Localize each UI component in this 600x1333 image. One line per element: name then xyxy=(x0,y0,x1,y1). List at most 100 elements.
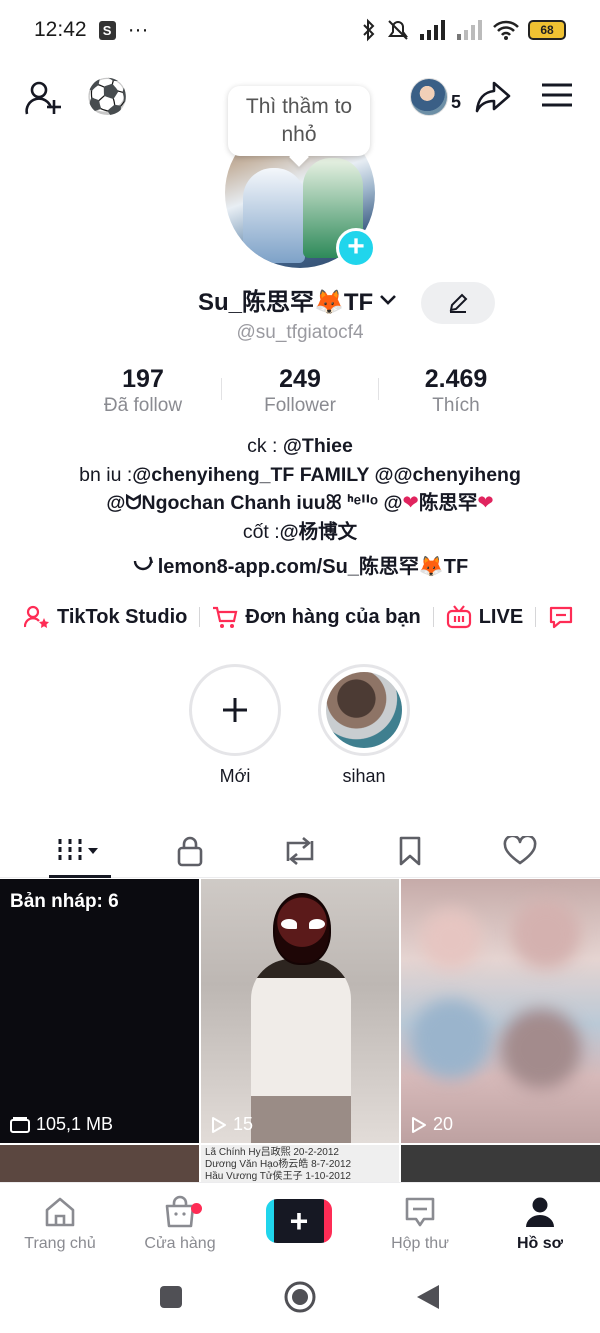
profile-handle: @su_tfgiatocf4 xyxy=(236,322,364,343)
battery-icon: 68 xyxy=(528,20,566,40)
home-button-icon[interactable] xyxy=(283,1280,317,1314)
heart-outline-icon xyxy=(503,836,537,865)
nav-shop[interactable]: Cửa hàng xyxy=(125,1195,235,1253)
status-time: 12:42 xyxy=(34,18,87,41)
tab-videos[interactable] xyxy=(50,830,110,872)
likes-label: Thích xyxy=(432,395,480,416)
shortcut-label: Đơn hàng của bạn xyxy=(245,605,421,628)
profile-stats: 197 Đã follow 249 Follower 2.469 Thích xyxy=(0,364,600,420)
folder-icon xyxy=(10,1116,30,1133)
followers-label: Follower xyxy=(264,395,336,416)
view-count: 15 xyxy=(233,1114,254,1134)
bio-link-text: lemon8-app.com/Su_陈思罕🦊TF xyxy=(157,556,469,578)
tab-favorites[interactable] xyxy=(380,830,440,872)
bio-text: cốt : xyxy=(242,520,280,543)
tab-liked[interactable] xyxy=(490,830,550,872)
cell-text-line: Dương Văn Hạo杨云皓 8-7-2012 xyxy=(205,1159,352,1170)
nav-label: Hồ sơ xyxy=(516,1235,564,1252)
bio-line-3: @ᗢNgochan Chanh iuuꕤ ᑋᵉᑊᑊᵒ @❤陈思罕❤ xyxy=(0,489,600,518)
followers-stat[interactable]: 249 Follower xyxy=(222,364,378,418)
bio-mention[interactable]: @Thiee xyxy=(283,435,353,457)
cart-icon xyxy=(213,606,238,628)
tab-indicator xyxy=(49,875,111,878)
drafts-cell[interactable]: Bản nháp: 6 105,1 MB xyxy=(0,879,199,1143)
avatar-add-button[interactable]: + xyxy=(336,228,376,268)
video-cell[interactable]: 20 xyxy=(401,879,600,1143)
bio-line-2: bn iu :@chenyiheng_TF FAMILY @@chenyihen… xyxy=(0,461,600,490)
drafts-label: Bản nháp: 6 xyxy=(10,891,119,912)
repost-icon xyxy=(286,837,314,865)
menu-icon[interactable] xyxy=(540,78,574,112)
shortcut-more[interactable] xyxy=(536,605,586,629)
highlight-sihan[interactable]: sihan xyxy=(318,664,410,787)
bio-text: bn iu : xyxy=(79,463,133,486)
highlight-new[interactable]: Mới xyxy=(189,664,281,787)
tab-reposts[interactable] xyxy=(270,830,330,872)
viewer-avatar xyxy=(410,78,448,116)
bio-text: ck : xyxy=(247,435,283,457)
mute-icon xyxy=(388,20,408,40)
system-nav xyxy=(0,1262,600,1333)
nav-profile[interactable]: Hồ sơ xyxy=(485,1195,595,1253)
plus-icon xyxy=(189,664,281,756)
nav-inbox[interactable]: Hộp thư xyxy=(365,1195,475,1253)
tab-private[interactable] xyxy=(160,830,220,872)
nav-label: Hộp thư xyxy=(391,1235,449,1252)
shortcut-live[interactable]: LIVE xyxy=(434,605,535,629)
inbox-icon xyxy=(405,1197,435,1227)
status-more: ··· xyxy=(127,18,149,41)
note-bubble[interactable]: Thì thầm to nhỏ xyxy=(228,86,370,156)
following-stat[interactable]: 197 Đã follow xyxy=(65,364,221,418)
account-switcher[interactable]: Su_陈思罕🦊TF xyxy=(198,282,399,317)
add-friend-icon[interactable] xyxy=(24,78,64,118)
create-button[interactable]: + xyxy=(266,1199,332,1243)
video-cell[interactable]: Lã Chính Hy吕政熙 20-2-2012 Dương Văn Hạo杨云… xyxy=(201,1145,399,1185)
bio-mention[interactable]: @chenyiheng_TF FAMILY @@chenyiheng xyxy=(132,464,521,486)
nav-home[interactable]: Trang chủ xyxy=(5,1195,115,1253)
edit-profile-button[interactable] xyxy=(421,282,495,324)
video-cell[interactable] xyxy=(0,1145,199,1185)
bio-line-4: cốt :@杨博文 xyxy=(0,518,600,547)
followers-count: 249 xyxy=(279,365,321,393)
highlight-label: sihan xyxy=(342,766,386,786)
drafts-size-row: 105,1 MB xyxy=(10,1114,113,1135)
video-cell[interactable]: 15 xyxy=(201,879,399,1143)
following-label: Đã follow xyxy=(103,395,183,416)
viewer-count: 5 xyxy=(451,91,462,112)
play-icon xyxy=(212,1116,226,1133)
bottom-nav: Trang chủ Cửa hàng + Hộp thư Hồ sơ xyxy=(0,1182,600,1262)
view-count-row: 15 xyxy=(211,1114,253,1135)
wifi-icon xyxy=(493,20,519,40)
highlight-label: Mới xyxy=(219,766,251,786)
grid-icon xyxy=(58,839,98,863)
shortcut-orders[interactable]: Đơn hàng của bạn xyxy=(200,605,432,629)
bio-mention[interactable]: 陈思罕 xyxy=(419,492,478,514)
signal-icon xyxy=(420,20,445,40)
likes-stat[interactable]: 2.469 Thích xyxy=(378,364,534,418)
chat-icon xyxy=(550,606,573,629)
bio-mention[interactable]: @ᗢNgochan Chanh iuuꕤ ᑋᵉᑊᑊᵒ @ xyxy=(106,492,402,514)
shortcut-label: LIVE xyxy=(478,605,524,628)
shortcut-tiktok-studio[interactable]: TikTok Studio xyxy=(0,605,199,629)
highlight-thumbnail xyxy=(326,672,402,748)
tv-icon xyxy=(446,605,471,629)
shortcut-label: TikTok Studio xyxy=(57,605,188,628)
drafts-size: 105,1 MB xyxy=(36,1114,114,1134)
view-count-row: 20 xyxy=(411,1114,453,1135)
bio-link[interactable]: lemon8-app.com/Su_陈思罕🦊TF xyxy=(0,550,600,579)
view-count: 20 xyxy=(433,1114,454,1134)
signal2-icon xyxy=(457,20,482,40)
profile-bio: ck : @Thiee bn iu :@chenyiheng_TF FAMILY… xyxy=(0,432,600,546)
video-cell[interactable] xyxy=(401,1145,600,1185)
bio-mention[interactable]: @杨博文 xyxy=(280,521,358,543)
recents-icon[interactable] xyxy=(159,1285,183,1309)
status-bar: 12:42 S ··· 68 xyxy=(0,0,600,60)
back-icon[interactable] xyxy=(415,1283,441,1311)
profile-viewers[interactable]: 5 xyxy=(410,78,461,116)
soccer-ball-icon[interactable]: ⚽ xyxy=(86,78,128,116)
nav-label: Cửa hàng xyxy=(144,1235,216,1252)
share-icon[interactable] xyxy=(474,78,512,116)
profile-shortcuts: TikTok Studio Đơn hàng của bạn LIVE xyxy=(0,600,600,634)
likes-count: 2.469 xyxy=(424,365,488,393)
shop-notification-icon: S xyxy=(98,20,116,40)
